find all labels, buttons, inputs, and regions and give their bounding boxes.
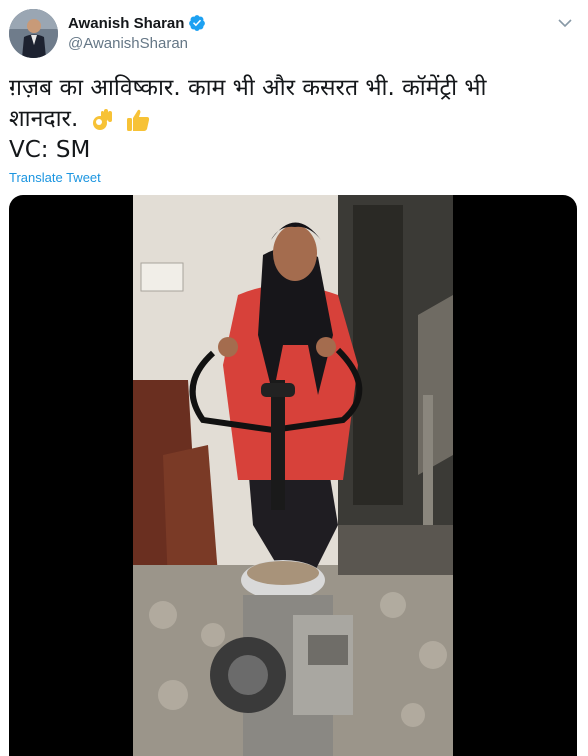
profile-photo-icon [9,9,58,58]
chevron-down-icon[interactable] [556,14,574,32]
user-handle[interactable]: @AwanishSharan [68,35,188,52]
verified-badge-icon [189,15,206,31]
thumbs-up-emoji-icon [126,109,149,131]
ok-hand-emoji-icon [92,108,112,130]
display-name[interactable]: Awanish Sharan [68,15,184,32]
tweet-text-line-3: VC: SM [9,137,91,163]
video-player[interactable] [9,195,577,756]
translate-tweet-link[interactable]: Translate Tweet [9,170,101,185]
avatar[interactable] [9,9,58,58]
tweet-text-line-2: शानदार. [9,104,569,135]
video-frame-icon [133,195,453,756]
tweet-text: ग़ज़ब का आविष्कार. काम भी और कसरत भी. कॉ… [9,73,569,166]
tweet-text-line-2-text: शानदार. [9,106,79,132]
tweet-text-line-1: ग़ज़ब का आविष्कार. काम भी और कसरत भी. कॉ… [9,75,487,101]
